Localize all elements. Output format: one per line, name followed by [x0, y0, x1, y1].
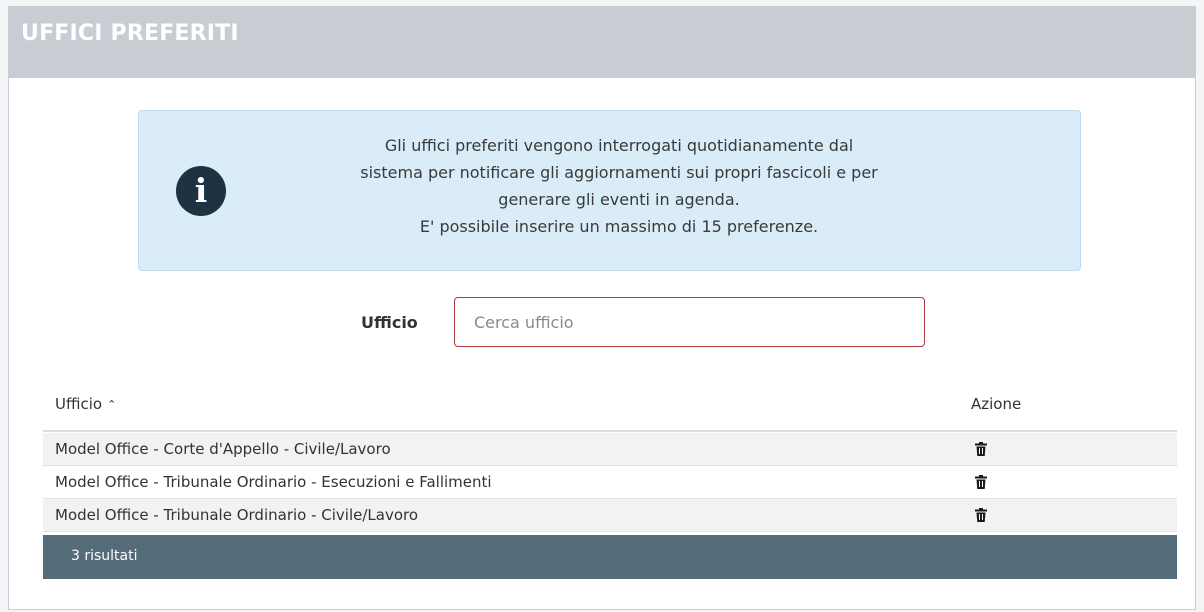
- page-title: UFFICI PREFERITI: [21, 21, 239, 46]
- trash-icon[interactable]: [975, 442, 987, 456]
- office-name: Model Office - Corte d'Appello - Civile/…: [55, 440, 391, 458]
- info-alert: i Gli uffici preferiti vengono interroga…: [138, 110, 1081, 271]
- office-name: Model Office - Tribunale Ordinario - Civ…: [55, 506, 419, 524]
- info-line: sistema per notificare gli aggiornamenti…: [360, 163, 878, 182]
- office-name: Model Office - Tribunale Ordinario - Ese…: [55, 473, 492, 491]
- results-count: 3 risultati: [71, 548, 138, 564]
- results-footer: 3 risultati: [43, 535, 1177, 579]
- trash-icon[interactable]: [975, 475, 987, 489]
- info-line: Gli uffici preferiti vengono interrogati…: [384, 136, 854, 155]
- search-label: Ufficio: [361, 313, 418, 332]
- info-alert-text: Gli uffici preferiti vengono interrogati…: [234, 132, 1004, 240]
- trash-icon[interactable]: [975, 508, 987, 522]
- info-circle-icon: i: [176, 166, 226, 216]
- table-header: Ufficio ⌃ Azione: [43, 387, 1177, 432]
- favorite-offices-panel: UFFICI PREFERITI i Gli uffici preferiti …: [8, 6, 1196, 610]
- chevron-up-icon[interactable]: ⌃: [107, 398, 116, 411]
- panel-header: UFFICI PREFERITI: [9, 7, 1195, 78]
- column-header-label: Ufficio: [55, 395, 103, 413]
- info-line: generare gli eventi in agenda.: [498, 190, 740, 209]
- search-input[interactable]: [454, 297, 925, 347]
- table-row: Model Office - Tribunale Ordinario - Ese…: [43, 466, 1177, 499]
- column-header-azione: Azione: [971, 395, 1022, 413]
- info-line: E' possibile inserire un massimo di 15 p…: [419, 217, 819, 236]
- table-body: Model Office - Corte d'Appello - Civile/…: [43, 433, 1177, 532]
- table-row: Model Office - Corte d'Appello - Civile/…: [43, 433, 1177, 466]
- column-header-ufficio[interactable]: Ufficio ⌃: [55, 395, 116, 413]
- table-row: Model Office - Tribunale Ordinario - Civ…: [43, 499, 1177, 532]
